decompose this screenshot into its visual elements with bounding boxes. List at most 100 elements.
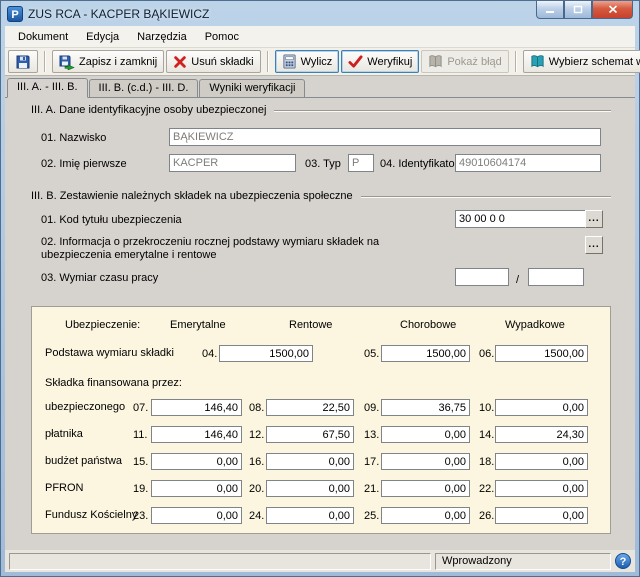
amount-field-26[interactable] — [495, 507, 588, 524]
table-row-budzet-panstwa: budżet państwa 15. 16. 17. 18. — [32, 453, 610, 473]
document-status-cell: Wprowadzony — [435, 553, 611, 570]
kod-tytulu-field[interactable] — [455, 210, 586, 228]
amount-field-21[interactable] — [381, 480, 470, 497]
verify-button[interactable]: Weryfikuj — [341, 50, 419, 73]
amount-field-07[interactable] — [151, 399, 242, 416]
tab-bar: III. A. - III. B. III. B. (c.d.) - III. … — [5, 76, 635, 98]
section-b-title: III. B. Zestawienie należnych składek na… — [31, 190, 353, 202]
field-number: 14. — [479, 429, 494, 441]
table-row-platnika: płatnika 11. 12. 13. 14. — [32, 426, 610, 446]
close-icon — [608, 5, 618, 14]
nazwisko-label: 01. Nazwisko — [41, 132, 106, 144]
field-number: 22. — [479, 483, 494, 495]
maximize-icon — [573, 5, 583, 14]
imie-label: 02. Imię pierwsze — [41, 158, 127, 170]
save-button[interactable] — [8, 50, 38, 73]
przekroczenie-picker-button[interactable]: ... — [585, 236, 603, 254]
minimize-icon — [545, 5, 555, 14]
amount-field-25[interactable] — [381, 507, 470, 524]
identyfikator-field[interactable] — [455, 154, 601, 172]
section-rule — [274, 110, 611, 112]
minimize-button[interactable] — [536, 1, 564, 19]
amount-field-14[interactable] — [495, 426, 588, 443]
field-number: 25. — [364, 510, 379, 522]
save-close-icon — [59, 54, 75, 70]
amount-field-17[interactable] — [381, 453, 470, 470]
skladka-finansowana-label: Składka finansowana przez: — [45, 377, 182, 389]
row-label: ubezpieczonego — [45, 401, 125, 413]
field-number: 05. — [364, 348, 379, 360]
section-b-header: III. B. Zestawienie należnych składek na… — [31, 190, 611, 202]
choose-calculation-scheme-label: Wybierz schemat wyliczeń — [549, 56, 640, 68]
typ-field[interactable] — [348, 154, 374, 172]
menu-narzedzia[interactable]: Narzędzia — [128, 28, 196, 46]
verify-icon — [348, 54, 363, 69]
amount-field-10[interactable] — [495, 399, 588, 416]
close-button[interactable] — [592, 1, 633, 19]
tab-wyniki-weryfikacji[interactable]: Wyniki weryfikacji — [199, 79, 305, 97]
amount-field-05[interactable] — [381, 345, 470, 362]
field-number: 19. — [133, 483, 148, 495]
field-number: 16. — [249, 456, 264, 468]
choose-calculation-scheme-button[interactable]: Wybierz schemat wyliczeń — [523, 50, 640, 73]
app-icon: P — [7, 6, 23, 22]
calculate-button[interactable]: Wylicz — [275, 50, 340, 73]
title-bar[interactable]: P ZUS RCA - KACPER BĄKIEWICZ — [5, 1, 635, 26]
amount-field-19[interactable] — [151, 480, 242, 497]
table-row-podstawa: Podstawa wymiaru składki 04. 05. 06. — [32, 345, 610, 365]
wymiar-czasu-label: 03. Wymiar czasu pracy — [41, 272, 158, 284]
field-number: 18. — [479, 456, 494, 468]
field-number: 24. — [249, 510, 264, 522]
save-and-close-button[interactable]: Zapisz i zamknij — [52, 50, 164, 73]
amount-field-23[interactable] — [151, 507, 242, 524]
field-number: 09. — [364, 402, 379, 414]
amount-field-15[interactable] — [151, 453, 242, 470]
amount-field-12[interactable] — [266, 426, 354, 443]
save-and-close-label: Zapisz i zamknij — [79, 56, 157, 68]
toolbar-separator — [44, 51, 46, 72]
amount-field-20[interactable] — [266, 480, 354, 497]
window-controls — [536, 1, 633, 19]
document-status: Wprowadzony — [442, 555, 512, 567]
typ-label: 03. Typ — [305, 158, 341, 170]
kod-tytulu-label: 01. Kod tytułu ubezpieczenia — [41, 214, 182, 226]
table-row-fundusz-koscielny: Fundusz Kościelny 23. 24. 25. 26. — [32, 507, 610, 527]
section-rule — [361, 196, 611, 198]
maximize-button[interactable] — [564, 1, 592, 19]
amount-field-16[interactable] — [266, 453, 354, 470]
field-number: 17. — [364, 456, 379, 468]
imie-field[interactable] — [169, 154, 296, 172]
row-label: budżet państwa — [45, 455, 122, 467]
amount-field-09[interactable] — [381, 399, 470, 416]
field-number: 07. — [133, 402, 148, 414]
amount-field-06[interactable] — [495, 345, 588, 362]
delete-contributions-button[interactable]: Usuń składki — [166, 50, 260, 73]
row-label: Fundusz Kościelny — [45, 509, 137, 521]
wymiar-licznik-field[interactable] — [455, 268, 509, 286]
status-bar: Wprowadzony ? — [5, 550, 635, 572]
field-number: 12. — [249, 429, 264, 441]
menu-dokument[interactable]: Dokument — [9, 28, 77, 46]
verify-label: Weryfikuj — [367, 56, 412, 68]
nazwisko-field[interactable] — [169, 128, 601, 146]
show-error-icon — [428, 54, 443, 69]
amount-field-18[interactable] — [495, 453, 588, 470]
col-emerytalne-header: Emerytalne — [170, 319, 226, 331]
field-number: 23. — [133, 510, 148, 522]
help-button[interactable]: ? — [615, 553, 631, 569]
table-row-ubezpieczonego: ubezpieczonego 07. 08. 09. 10. — [32, 399, 610, 419]
amount-field-22[interactable] — [495, 480, 588, 497]
tab-iii-a-iii-b[interactable]: III. A. - III. B. — [7, 78, 88, 98]
menu-pomoc[interactable]: Pomoc — [196, 28, 248, 46]
tab-iii-b-cd-iii-d[interactable]: III. B. (c.d.) - III. D. — [89, 79, 199, 97]
amount-field-13[interactable] — [381, 426, 470, 443]
amount-field-24[interactable] — [266, 507, 354, 524]
amount-field-08[interactable] — [266, 399, 354, 416]
col-rentowe-header: Rentowe — [289, 319, 332, 331]
wymiar-mianownik-field[interactable] — [528, 268, 584, 286]
menu-edycja[interactable]: Edycja — [77, 28, 128, 46]
field-number: 06. — [479, 348, 494, 360]
amount-field-04[interactable] — [219, 345, 313, 362]
amount-field-11[interactable] — [151, 426, 242, 443]
kod-tytulu-picker-button[interactable]: ... — [585, 210, 603, 228]
